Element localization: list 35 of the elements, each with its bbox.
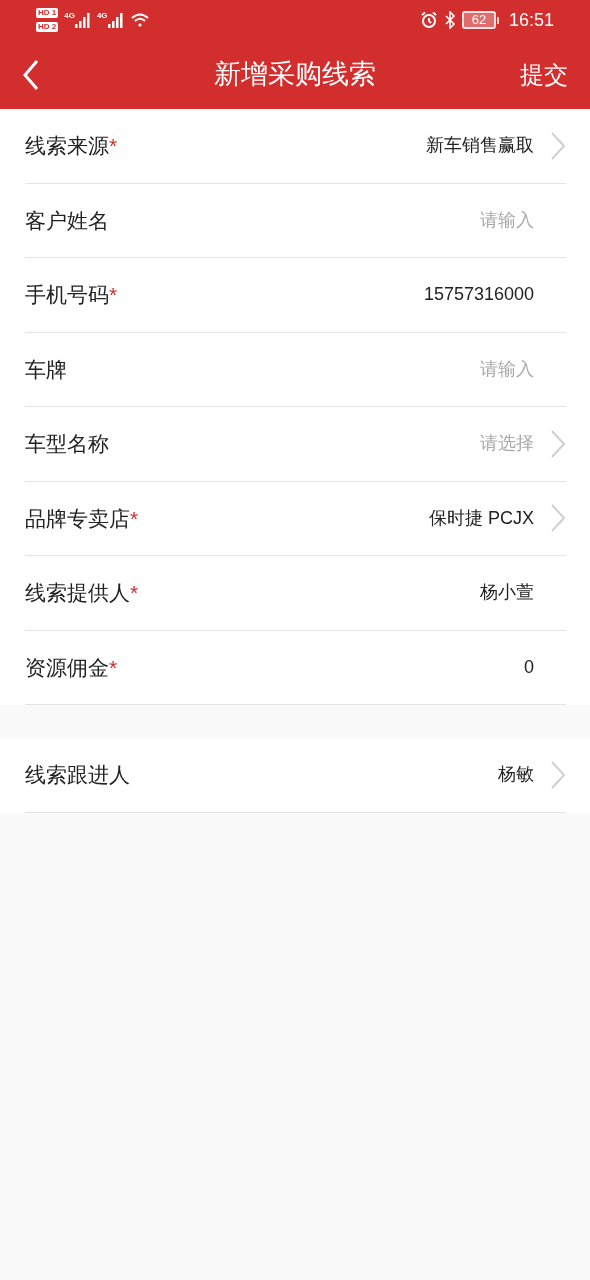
field-label: 手机号码* [25,282,118,308]
sim-badge: HD 2 [36,22,59,32]
select-value[interactable]: 杨敏 [498,761,534,789]
chevron-icon [551,429,566,458]
signal-icon [74,12,91,28]
sim-badge: HD 1 [36,8,59,18]
submit-button[interactable]: 提交 [520,56,568,93]
field-label: 线索提供人* [25,580,139,606]
select-value[interactable]: 保时捷 PCJX [429,504,534,532]
input-field[interactable]: 15757316000 [294,281,534,309]
battery-level: 62 [461,11,496,29]
chevron-icon [551,504,566,533]
input-field[interactable]: 请输入 [294,355,534,383]
field-label: 品牌专卖店* [25,505,139,532]
field-label: 资源佣金* [25,654,118,681]
page-title: 新增采购线索 [214,58,376,92]
alarm-icon [419,11,438,29]
field-label: 车牌 [25,356,67,383]
select-value[interactable]: 新车销售赢取 [426,132,534,160]
field-value: 杨小萱 [480,581,534,605]
network-label: 4G [96,12,108,20]
input-field[interactable]: 请输入 [294,206,534,234]
chevron-icon [551,131,566,160]
wifi-icon [129,12,150,28]
field-label: 线索来源* [25,133,118,159]
clock-time: 16:51 [508,8,554,32]
back-icon [22,58,40,91]
field-label: 车型名称 [25,431,109,457]
field-label: 客户姓名 [25,207,109,234]
chevron-icon [551,760,566,789]
bluetooth-icon [443,11,456,29]
input-field[interactable]: 0 [294,653,534,681]
field-label: 线索跟进人 [25,762,130,788]
signal-icon [107,12,124,28]
network-label: 4G [64,12,75,20]
